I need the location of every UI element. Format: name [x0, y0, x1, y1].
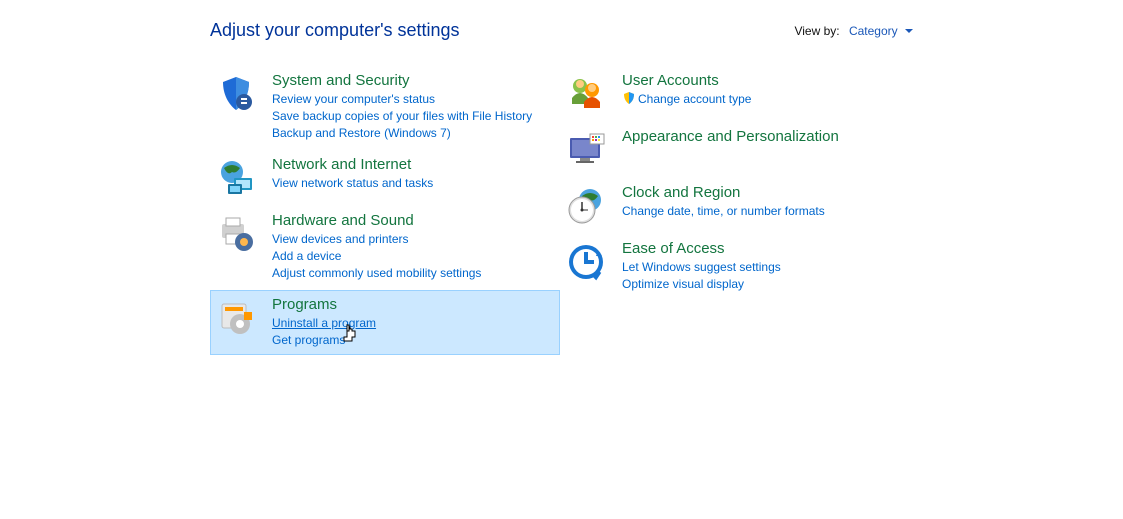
shield-icon — [216, 72, 272, 142]
category-title[interactable]: User Accounts — [622, 72, 904, 89]
chevron-down-icon — [905, 29, 913, 33]
view-by-dropdown[interactable]: View by: Category — [794, 24, 913, 38]
ease-access-icon — [566, 240, 622, 293]
header-bar: Adjust your computer's settings View by:… — [0, 20, 1123, 66]
programs-icon — [216, 296, 272, 349]
users-icon — [566, 72, 622, 114]
link-add-device[interactable]: Add a device — [272, 248, 554, 265]
category-programs[interactable]: Programs Uninstall a program Get program… — [210, 290, 560, 355]
link-uninstall-program[interactable]: Uninstall a program — [272, 315, 554, 332]
link-change-account-type[interactable]: Change account type — [622, 91, 904, 108]
link-date-time-formats[interactable]: Change date, time, or number formats — [622, 203, 904, 220]
category-title[interactable]: System and Security — [272, 72, 554, 89]
category-hardware-sound[interactable]: Hardware and Sound View devices and prin… — [210, 206, 560, 288]
globe-network-icon — [216, 156, 272, 198]
category-title[interactable]: Programs — [272, 296, 554, 313]
view-by-value: Category — [849, 24, 898, 38]
page-title: Adjust your computer's settings — [210, 20, 460, 41]
link-windows-suggest[interactable]: Let Windows suggest settings — [622, 259, 904, 276]
category-clock-region[interactable]: Clock and Region Change date, time, or n… — [560, 178, 910, 232]
category-title[interactable]: Appearance and Personalization — [622, 128, 904, 145]
left-column: System and Security Review your computer… — [210, 66, 560, 357]
category-title[interactable]: Ease of Access — [622, 240, 904, 257]
control-panel-root: Adjust your computer's settings View by:… — [0, 0, 1123, 357]
uac-shield-icon — [622, 91, 636, 105]
category-title[interactable]: Network and Internet — [272, 156, 554, 173]
category-title[interactable]: Clock and Region — [622, 184, 904, 201]
link-get-programs[interactable]: Get programs — [272, 332, 554, 349]
link-mobility-settings[interactable]: Adjust commonly used mobility settings — [272, 265, 554, 282]
link-devices-printers[interactable]: View devices and printers — [272, 231, 554, 248]
category-network-internet[interactable]: Network and Internet View network status… — [210, 150, 560, 204]
category-user-accounts[interactable]: User Accounts Change account type — [560, 66, 910, 120]
link-network-status[interactable]: View network status and tasks — [272, 175, 554, 192]
link-review-status[interactable]: Review your computer's status — [272, 91, 554, 108]
category-appearance[interactable]: Appearance and Personalization — [560, 122, 910, 176]
link-optimize-display[interactable]: Optimize visual display — [622, 276, 904, 293]
category-system-security[interactable]: System and Security Review your computer… — [210, 66, 560, 148]
view-by-label: View by: — [794, 24, 839, 38]
clock-icon — [566, 184, 622, 226]
link-file-history[interactable]: Save backup copies of your files with Fi… — [272, 108, 554, 125]
right-column: User Accounts Change account type — [560, 66, 910, 357]
category-columns: System and Security Review your computer… — [0, 66, 1123, 357]
category-title[interactable]: Hardware and Sound — [272, 212, 554, 229]
printer-icon — [216, 212, 272, 282]
link-backup-restore[interactable]: Backup and Restore (Windows 7) — [272, 125, 554, 142]
category-ease-of-access[interactable]: Ease of Access Let Windows suggest setti… — [560, 234, 910, 299]
monitor-icon — [566, 128, 622, 170]
